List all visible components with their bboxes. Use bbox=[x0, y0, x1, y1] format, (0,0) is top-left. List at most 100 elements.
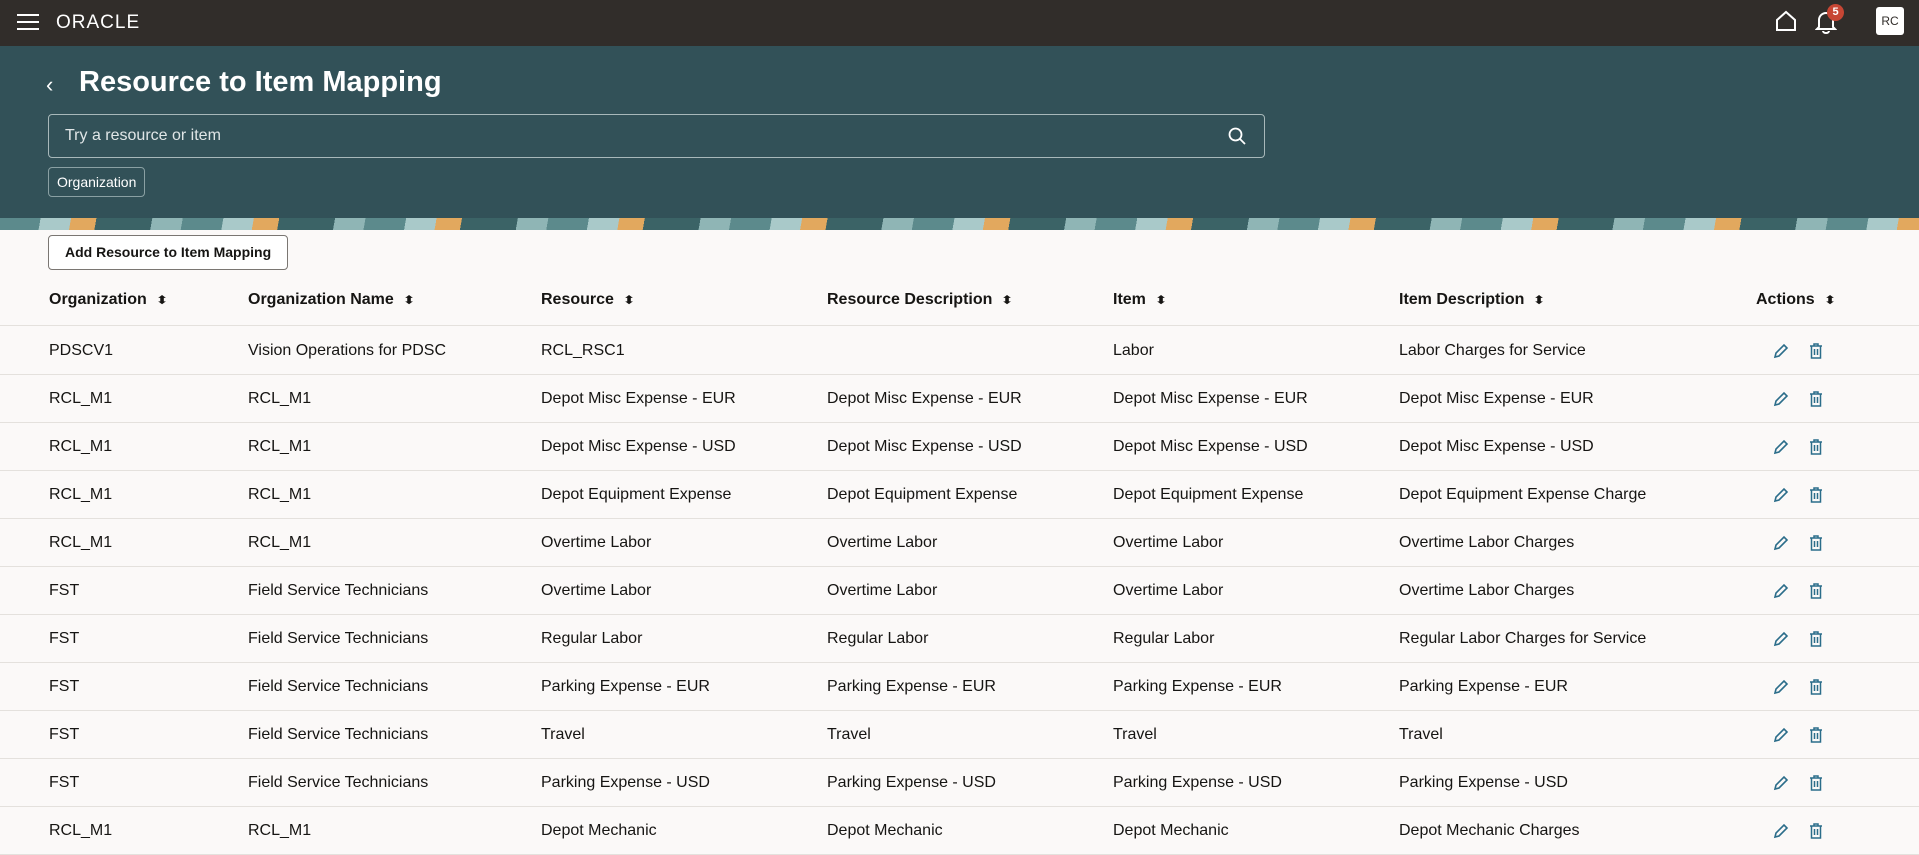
edit-pencil-icon[interactable] bbox=[1773, 535, 1789, 551]
cell-organization: RCL_M1 bbox=[49, 534, 113, 551]
column-header-actions[interactable]: Actions ⬍ bbox=[1756, 282, 1836, 318]
edit-pencil-icon[interactable] bbox=[1773, 727, 1789, 743]
cell-item-description: Overtime Labor Charges bbox=[1399, 582, 1575, 599]
table-row[interactable]: RCL_M1 RCL_M1 Depot Equipment Expense Depot… bbox=[0, 471, 1919, 519]
column-label: Resource bbox=[541, 291, 614, 308]
column-header-item-description[interactable]: Item Description ⬍ bbox=[1399, 282, 1546, 318]
cell-organization-name: Field Service Technicians bbox=[248, 678, 429, 695]
delete-trash-icon[interactable] bbox=[1808, 823, 1824, 839]
table-row[interactable]: RCL_M1 RCL_M1 Overtime Labor Overtime Labor… bbox=[0, 519, 1919, 567]
delete-trash-icon[interactable] bbox=[1808, 535, 1824, 551]
cell-organization-name: RCL_M1 bbox=[248, 486, 312, 503]
top-bar: ORACLE 5 RC bbox=[0, 0, 1919, 46]
cell-item-description: Depot Mechanic Charges bbox=[1399, 822, 1580, 839]
cell-item-description: Labor Charges for Service bbox=[1399, 342, 1586, 359]
edit-pencil-icon[interactable] bbox=[1773, 631, 1789, 647]
cell-resource-description: Depot Equipment Expense bbox=[827, 486, 1018, 503]
cell-item-description: Parking Expense - EUR bbox=[1399, 678, 1568, 695]
sort-icon[interactable]: ⬍ bbox=[155, 282, 168, 318]
delete-trash-icon[interactable] bbox=[1808, 775, 1824, 791]
edit-pencil-icon[interactable] bbox=[1773, 775, 1789, 791]
table-row[interactable]: PDSCV1 Vision Operations for PDSC RCL_RSC1… bbox=[0, 327, 1919, 375]
back-chevron-icon[interactable]: ‹ bbox=[46, 72, 53, 98]
table-row[interactable]: FST Field Service Technicians Parking Expe… bbox=[0, 759, 1919, 807]
edit-pencil-icon[interactable] bbox=[1773, 487, 1789, 503]
cell-resource: Depot Misc Expense - USD bbox=[541, 438, 736, 455]
edit-pencil-icon[interactable] bbox=[1773, 583, 1789, 599]
cell-item: Depot Equipment Expense bbox=[1113, 486, 1304, 503]
cell-resource: Regular Labor bbox=[541, 630, 643, 647]
cell-resource-description: Overtime Labor bbox=[827, 582, 938, 599]
edit-pencil-icon[interactable] bbox=[1773, 439, 1789, 455]
delete-trash-icon[interactable] bbox=[1808, 583, 1824, 599]
cell-item: Depot Misc Expense - USD bbox=[1113, 438, 1308, 455]
cell-item: Parking Expense - EUR bbox=[1113, 678, 1282, 695]
cell-organization: RCL_M1 bbox=[49, 390, 113, 407]
sort-icon[interactable]: ⬍ bbox=[1154, 282, 1167, 318]
delete-trash-icon[interactable] bbox=[1808, 391, 1824, 407]
cell-resource: Overtime Labor bbox=[541, 534, 652, 551]
user-avatar[interactable]: RC bbox=[1876, 7, 1904, 35]
sort-icon[interactable]: ⬍ bbox=[1823, 282, 1836, 318]
cell-item-description: Travel bbox=[1399, 726, 1443, 743]
cell-organization-name: RCL_M1 bbox=[248, 390, 312, 407]
sort-icon[interactable]: ⬍ bbox=[1001, 282, 1014, 318]
column-header-resource-description[interactable]: Resource Description ⬍ bbox=[827, 282, 1014, 318]
column-header-resource[interactable]: Resource ⬍ bbox=[541, 282, 635, 318]
search-icon[interactable] bbox=[1228, 127, 1246, 145]
home-icon[interactable] bbox=[1775, 10, 1797, 32]
filter-chip-organization[interactable]: Organization bbox=[48, 167, 146, 197]
column-header-organization-name[interactable]: Organization Name ⬍ bbox=[248, 282, 415, 318]
search-input[interactable]: Try a resource or item bbox=[48, 114, 1265, 158]
delete-trash-icon[interactable] bbox=[1808, 439, 1824, 455]
decorative-banner bbox=[0, 218, 1919, 230]
cell-resource-description: Overtime Labor bbox=[827, 534, 938, 551]
column-label: Item Description bbox=[1399, 291, 1525, 308]
notification-count-badge: 5 bbox=[1827, 4, 1844, 21]
column-label: Item bbox=[1113, 291, 1146, 308]
delete-trash-icon[interactable] bbox=[1808, 727, 1824, 743]
sort-icon[interactable]: ⬍ bbox=[622, 282, 635, 318]
search-placeholder: Try a resource or item bbox=[65, 127, 221, 144]
cell-resource: Depot Equipment Expense bbox=[541, 486, 732, 503]
cell-resource-description: Depot Misc Expense - USD bbox=[827, 438, 1022, 455]
table-row[interactable]: FST Field Service Technicians Parking Expe… bbox=[0, 663, 1919, 711]
cell-item: Labor bbox=[1113, 342, 1154, 359]
delete-trash-icon[interactable] bbox=[1808, 679, 1824, 695]
cell-organization: FST bbox=[49, 582, 80, 599]
table-row[interactable]: FST Field Service Technicians Overtime Lab… bbox=[0, 567, 1919, 615]
column-label: Organization bbox=[49, 291, 147, 308]
table-row[interactable]: RCL_M1 RCL_M1 Depot Misc Expense - EUR Depo… bbox=[0, 375, 1919, 423]
cell-item-description: Depot Equipment Expense Charge bbox=[1399, 486, 1647, 503]
table-row[interactable]: RCL_M1 RCL_M1 Depot Mechanic Depot Mechanic… bbox=[0, 807, 1919, 855]
cell-resource: Parking Expense - EUR bbox=[541, 678, 710, 695]
delete-trash-icon[interactable] bbox=[1808, 343, 1824, 359]
edit-pencil-icon[interactable] bbox=[1773, 391, 1789, 407]
hamburger-menu-icon[interactable] bbox=[17, 14, 39, 30]
cell-resource: Parking Expense - USD bbox=[541, 774, 710, 791]
cell-resource-description: Travel bbox=[827, 726, 871, 743]
column-header-organization[interactable]: Organization ⬍ bbox=[49, 282, 168, 318]
table-row[interactable]: FST Field Service Technicians Regular Labo… bbox=[0, 615, 1919, 663]
table-row[interactable]: FST Field Service Technicians Travel Travel… bbox=[0, 711, 1919, 759]
delete-trash-icon[interactable] bbox=[1808, 487, 1824, 503]
add-mapping-button[interactable]: Add Resource to Item Mapping bbox=[48, 235, 289, 270]
oracle-logo[interactable]: ORACLE bbox=[56, 12, 140, 34]
sort-icon[interactable]: ⬍ bbox=[1533, 282, 1546, 318]
cell-organization-name: Field Service Technicians bbox=[248, 630, 429, 647]
column-label: Organization Name bbox=[248, 291, 394, 308]
sort-icon[interactable]: ⬍ bbox=[402, 282, 415, 318]
cell-resource-description: Parking Expense - USD bbox=[827, 774, 996, 791]
edit-pencil-icon[interactable] bbox=[1773, 679, 1789, 695]
cell-item-description: Parking Expense - USD bbox=[1399, 774, 1568, 791]
column-header-item[interactable]: Item ⬍ bbox=[1113, 282, 1167, 318]
cell-resource: Depot Misc Expense - EUR bbox=[541, 390, 736, 407]
cell-organization: FST bbox=[49, 678, 80, 695]
table-row[interactable]: RCL_M1 RCL_M1 Depot Misc Expense - USD Depo… bbox=[0, 423, 1919, 471]
cell-item: Parking Expense - USD bbox=[1113, 774, 1282, 791]
cell-resource: Depot Mechanic bbox=[541, 822, 657, 839]
edit-pencil-icon[interactable] bbox=[1773, 343, 1789, 359]
cell-organization: RCL_M1 bbox=[49, 486, 113, 503]
edit-pencil-icon[interactable] bbox=[1773, 823, 1789, 839]
delete-trash-icon[interactable] bbox=[1808, 631, 1824, 647]
